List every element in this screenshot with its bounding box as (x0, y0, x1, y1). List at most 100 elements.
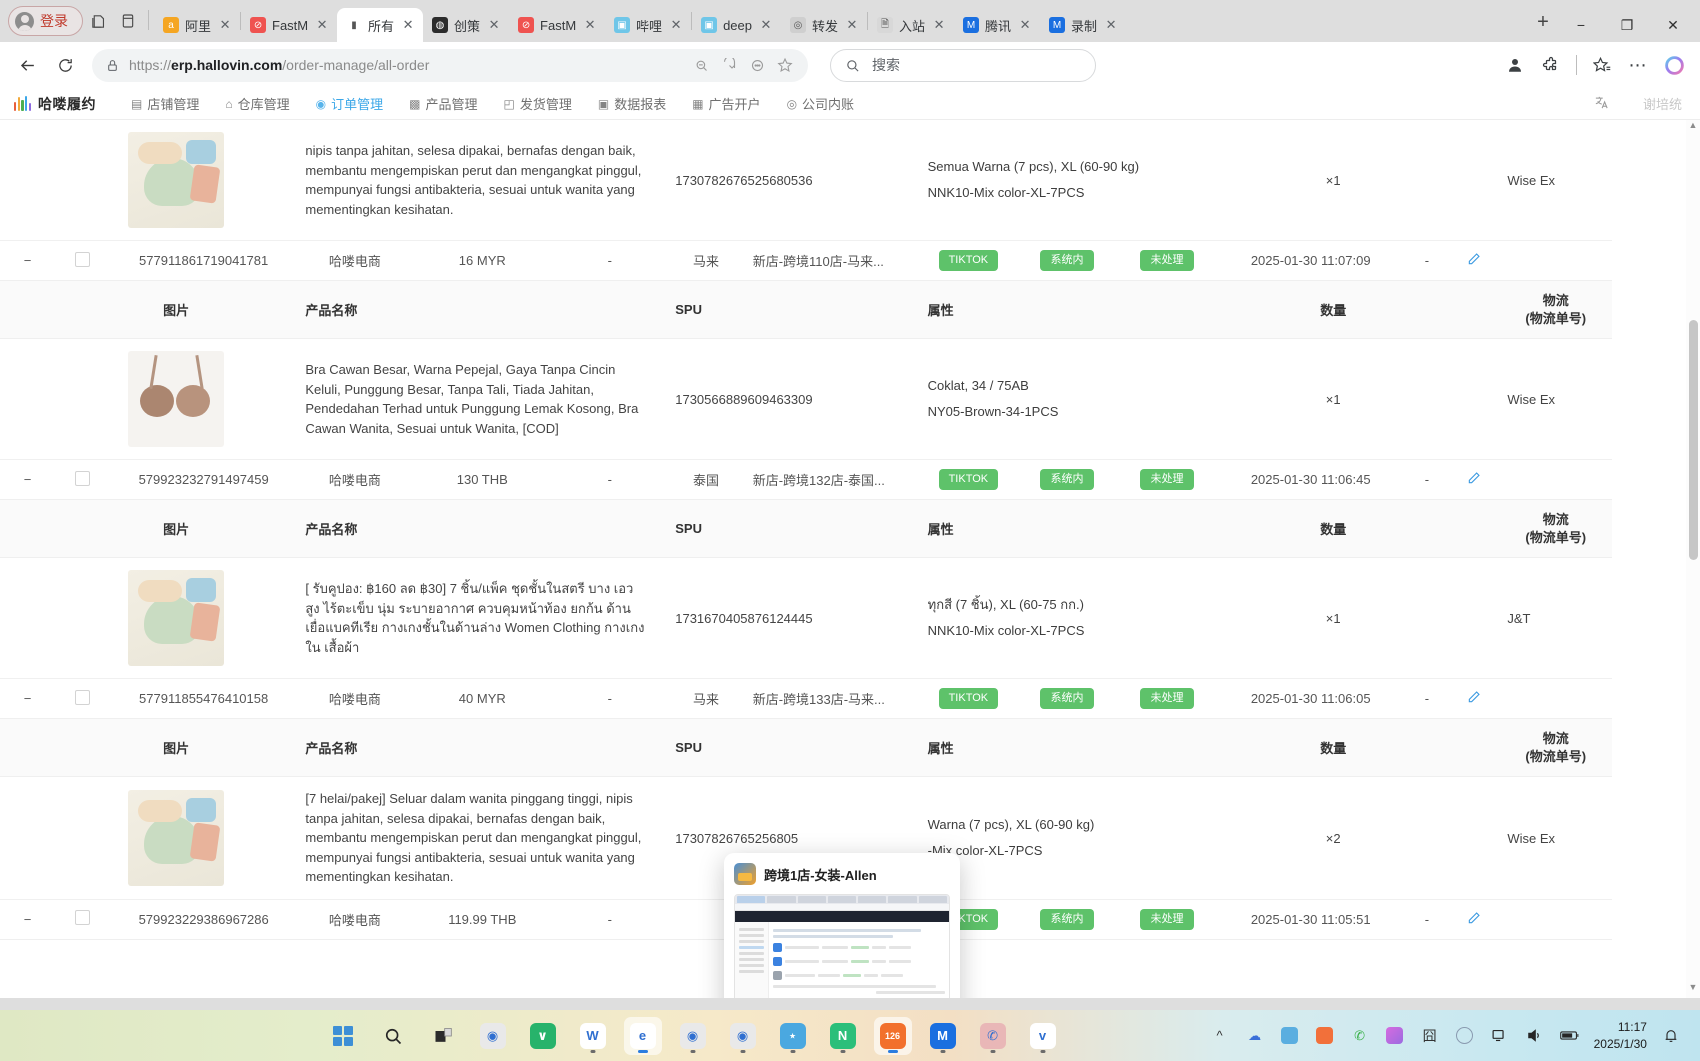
taskbar-search-icon[interactable] (374, 1017, 412, 1055)
browser-tab[interactable]: M 录制 ✕ (1040, 8, 1126, 42)
taskbar-preview-popup[interactable]: 跨境1店-女装-Allen (724, 853, 960, 998)
tab-vertical-icon[interactable] (113, 6, 143, 36)
row-checkbox-cell[interactable] (54, 240, 110, 281)
nav-item-2[interactable]: ◉ 订单管理 (303, 88, 397, 120)
row-checkbox-cell[interactable] (54, 899, 110, 940)
browser-tab[interactable]: ▣ 哔哩 ✕ (605, 8, 691, 42)
new-tab-button[interactable]: + (1528, 7, 1558, 37)
migu-126-icon[interactable]: 126 (873, 1016, 912, 1055)
user-name-label[interactable]: 谢培统 (1643, 94, 1682, 113)
purple-app-icon[interactable] (1384, 1025, 1406, 1047)
row-checkbox[interactable] (74, 470, 90, 486)
close-icon[interactable]: ✕ (1103, 17, 1119, 33)
taskbar-clock[interactable]: 11:17 2025/1/30 (1594, 1019, 1647, 1051)
summary-order-no[interactable]: 577911861719041781 (109, 240, 298, 281)
browser-tab[interactable]: ◎ 转发 ✕ (781, 8, 867, 42)
browser-tab[interactable]: 🗎 入站 ✕ (868, 8, 954, 42)
scroll-down-arrow-icon[interactable]: ▼ (1686, 982, 1700, 998)
edit-pencil-icon[interactable] (1449, 459, 1500, 501)
nav-item-1[interactable]: ⌂ 仓库管理 (212, 88, 302, 120)
tab-collections-icon[interactable] (83, 6, 113, 36)
product-thumbnail[interactable] (128, 570, 225, 667)
zoom-out-icon[interactable] (688, 52, 714, 78)
dove-icon[interactable]: v (1024, 1017, 1062, 1055)
close-icon[interactable]: ✕ (486, 17, 502, 33)
product-thumbnail[interactable] (128, 351, 225, 448)
row-expander-toggle[interactable]: − (0, 240, 55, 281)
battery-icon[interactable] (1559, 1025, 1581, 1047)
copilot-icon[interactable] (1658, 49, 1690, 81)
migu-blue-icon[interactable]: M (924, 1017, 962, 1055)
volume-icon[interactable] (1524, 1025, 1546, 1047)
close-icon[interactable]: ✕ (1017, 17, 1033, 33)
close-icon[interactable]: ✕ (400, 17, 416, 33)
favorites-icon[interactable] (1586, 49, 1618, 81)
network-blue-icon[interactable] (1279, 1025, 1301, 1047)
browser-tab[interactable]: ▣ deep ✕ (692, 8, 781, 42)
settings-more-icon[interactable]: ⋯ (1622, 49, 1654, 81)
browser-tab[interactable]: a 阿里 ✕ (154, 8, 240, 42)
more-circle-icon[interactable] (744, 52, 770, 78)
close-icon[interactable]: ✕ (844, 17, 860, 33)
tray-chevron-icon[interactable]: ^ (1209, 1025, 1231, 1047)
browser-tab[interactable]: ◍ 创策 ✕ (423, 8, 509, 42)
wps-writer-icon[interactable]: W (574, 1017, 612, 1055)
window-close-button[interactable]: ✕ (1650, 8, 1696, 42)
product-thumbnail[interactable] (128, 132, 225, 228)
search-input[interactable]: 搜索 (830, 48, 1096, 82)
onedrive-icon[interactable]: ☁ (1244, 1025, 1266, 1047)
bookmark-star-icon[interactable] (772, 52, 798, 78)
close-icon[interactable]: ✕ (217, 17, 233, 33)
edit-pencil-icon[interactable] (1449, 899, 1500, 940)
chrome-profile-1-icon[interactable]: ◉ (674, 1017, 712, 1055)
summary-order-no[interactable]: 579923229386967286 (109, 899, 298, 940)
close-icon[interactable]: ✕ (668, 17, 684, 33)
windows-start-icon[interactable] (324, 1017, 362, 1055)
monitor-icon[interactable] (1489, 1025, 1511, 1047)
row-checkbox[interactable] (74, 689, 90, 705)
row-checkbox-cell[interactable] (54, 459, 110, 501)
nav-item-5[interactable]: ▣ 数据报表 (585, 88, 679, 120)
wechat-icon[interactable]: ✆ (974, 1017, 1012, 1055)
edit-pencil-icon[interactable] (1449, 678, 1500, 720)
summary-order-no[interactable]: 577911855476410158 (109, 678, 298, 720)
back-arrow-icon[interactable] (10, 48, 44, 82)
share-node-icon[interactable]: ⋆ (774, 1017, 812, 1055)
nav-item-7[interactable]: ◎ 公司内账 (774, 88, 868, 120)
row-checkbox[interactable] (74, 251, 90, 267)
close-icon[interactable]: ✕ (758, 17, 774, 33)
scroll-up-arrow-icon[interactable]: ▲ (1686, 120, 1700, 136)
chrome-icon[interactable]: ◉ (474, 1017, 512, 1055)
close-icon[interactable]: ✕ (931, 17, 947, 33)
row-expander-toggle[interactable]: − (0, 899, 55, 940)
wps-green-icon[interactable]: ∨ (524, 1017, 562, 1055)
browser-tab[interactable]: ▮ 所有 ✕ (337, 8, 424, 42)
product-thumbnail[interactable] (128, 790, 225, 887)
popup-window-thumbnail[interactable] (734, 894, 950, 998)
avatar-icon[interactable] (1499, 49, 1531, 81)
profile-login-button[interactable]: 登录 (8, 6, 83, 36)
scrollbar-thumb[interactable] (1689, 320, 1698, 560)
address-bar[interactable]: https://erp.hallovin.com/order-manage/al… (92, 48, 808, 82)
close-icon[interactable]: ✕ (314, 17, 330, 33)
task-view-icon[interactable] (424, 1017, 462, 1055)
row-checkbox[interactable] (74, 910, 90, 926)
edge-icon[interactable]: e (623, 1016, 662, 1055)
nav-item-4[interactable]: ◰ 发货管理 (490, 88, 584, 120)
close-icon[interactable]: ✕ (582, 17, 598, 33)
notion-icon[interactable]: N (824, 1017, 862, 1055)
wechat-tray-icon[interactable]: ✆ (1349, 1025, 1371, 1047)
row-checkbox-cell[interactable] (54, 678, 110, 720)
reload-icon[interactable] (48, 48, 82, 82)
reading-mode-icon[interactable] (716, 52, 742, 78)
browser-tab[interactable]: ⊘ FastM ✕ (509, 8, 605, 42)
chrome-profile-2-icon[interactable]: ◉ (724, 1017, 762, 1055)
summary-order-no[interactable]: 579923232791497459 (109, 459, 298, 501)
nav-item-6[interactable]: ▦ 广告开户 (679, 88, 773, 120)
window-maximize-button[interactable]: ❐ (1604, 8, 1650, 42)
window-minimize-button[interactable]: − (1558, 8, 1604, 42)
row-expander-toggle[interactable]: − (0, 459, 55, 501)
browser-tab[interactable]: M 腾讯 ✕ (954, 8, 1040, 42)
app-brand[interactable]: 哈喽履约 (14, 94, 96, 114)
extensions-icon[interactable] (1535, 49, 1567, 81)
